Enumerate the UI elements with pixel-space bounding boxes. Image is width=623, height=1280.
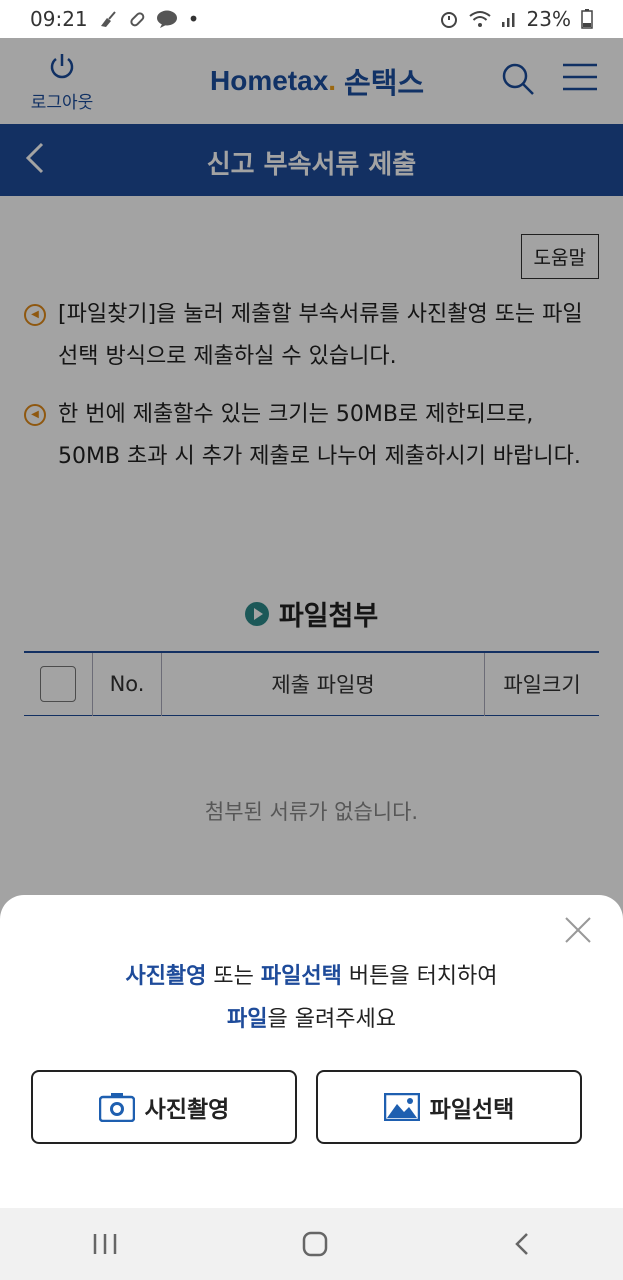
alarm-icon	[440, 12, 457, 28]
dot-icon: •	[187, 7, 200, 31]
upload-bottom-sheet: 사진촬영 또는 파일선택 버튼을 터치하여 파일을 올려주세요 사진촬영 파일선…	[0, 895, 623, 1208]
chat-icon	[156, 10, 177, 28]
image-icon	[383, 1093, 420, 1121]
camera-button-label: 사진촬영	[144, 1097, 230, 1123]
camera-button[interactable]: 사진촬영	[31, 1070, 297, 1144]
close-icon[interactable]	[565, 917, 591, 943]
system-nav-bar	[0, 1208, 623, 1280]
battery-percent: 23%	[526, 7, 571, 31]
home-icon[interactable]	[301, 1230, 329, 1258]
sheet-message: 사진촬영 또는 파일선택 버튼을 터치하여 파일을 올려주세요	[125, 964, 498, 1032]
pill-icon	[130, 12, 144, 27]
status-bar: 09:21 • 23%	[0, 0, 623, 38]
wifi-icon	[468, 11, 491, 27]
recent-apps-icon[interactable]	[92, 1232, 118, 1256]
signal-icon	[501, 13, 515, 27]
status-time: 09:21	[30, 7, 88, 31]
battery-icon	[581, 9, 593, 29]
file-select-button-label: 파일선택	[429, 1097, 515, 1123]
back-nav-icon[interactable]	[513, 1231, 531, 1257]
file-select-button[interactable]: 파일선택	[316, 1070, 582, 1144]
camera-icon	[98, 1093, 135, 1122]
broom-icon	[100, 11, 116, 27]
